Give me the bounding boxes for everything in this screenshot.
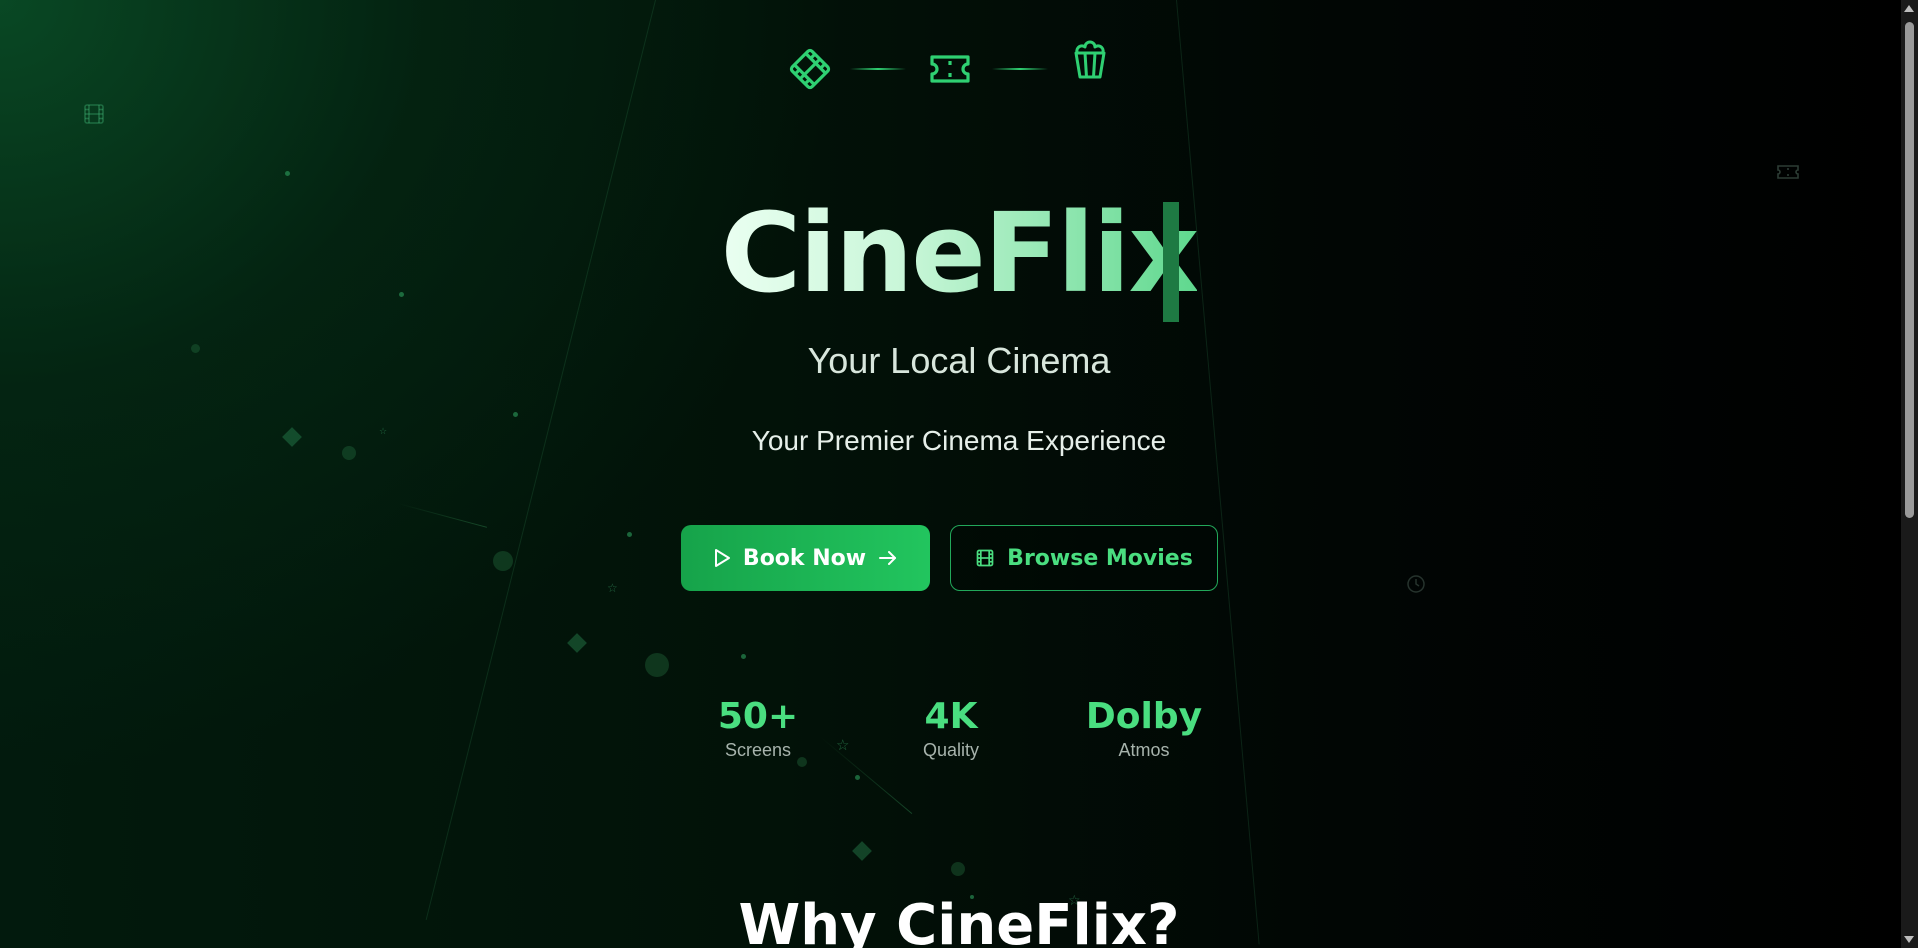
clock-icon (1407, 575, 1425, 593)
diamond-shape (567, 633, 587, 653)
book-now-label: Book Now (742, 545, 867, 571)
typing-cursor (1163, 202, 1179, 322)
light-beam (425, 0, 656, 920)
browse-movies-button[interactable]: Browse Movies (950, 525, 1218, 591)
hero-section: ☆ ☆ ☆ ☆ CineFlix Your Local Cinema Your … (0, 0, 1918, 948)
scrollbar-thumb[interactable] (1905, 22, 1914, 518)
arrow-right-icon (879, 551, 897, 565)
particle (627, 532, 632, 537)
divider-line (850, 68, 906, 70)
film-icon (84, 104, 104, 124)
light-streak (397, 503, 487, 528)
scroll-up-arrow-icon[interactable] (1904, 5, 1914, 12)
particle (645, 653, 669, 677)
play-icon (714, 549, 730, 567)
hero-tagline: Your Premier Cinema Experience (751, 425, 1167, 456)
vertical-scrollbar[interactable] (1901, 0, 1918, 948)
browse-movies-label: Browse Movies (1007, 545, 1193, 571)
particle (513, 412, 518, 417)
stat-label: Screens (724, 740, 792, 760)
stat-quality: 4K Quality (871, 695, 1031, 761)
star-icon: ☆ (607, 581, 618, 595)
book-now-button[interactable]: Book Now (681, 525, 930, 591)
hero-subtitle: Your Local Cinema (807, 340, 1111, 381)
film-icon (976, 549, 994, 567)
section-heading: Why CineFlix? (738, 893, 1180, 948)
film-icon (789, 48, 831, 90)
scroll-down-arrow-icon[interactable] (1904, 936, 1914, 943)
particle (285, 171, 290, 176)
ticket-icon (930, 55, 970, 83)
light-beam (1176, 0, 1260, 945)
popcorn-icon (1074, 40, 1106, 79)
stat-label: Quality (922, 740, 980, 760)
stat-label: Atmos (1118, 740, 1170, 760)
particle (951, 862, 965, 876)
brand-title: CineFlix (720, 189, 1200, 317)
stat-value: 50+ (717, 696, 799, 737)
particle (741, 654, 746, 659)
particle (493, 551, 513, 571)
particle (855, 775, 860, 780)
hero-title: CineFlix (0, 188, 1918, 318)
diamond-shape (852, 841, 872, 861)
ticket-icon (1777, 165, 1799, 179)
stat-value: 4K (924, 696, 978, 737)
stat-audio: Dolby Atmos (1064, 695, 1224, 761)
stat-screens: 50+ Screens (678, 695, 838, 761)
divider-line (992, 68, 1048, 70)
stat-value: Dolby (1085, 696, 1203, 737)
